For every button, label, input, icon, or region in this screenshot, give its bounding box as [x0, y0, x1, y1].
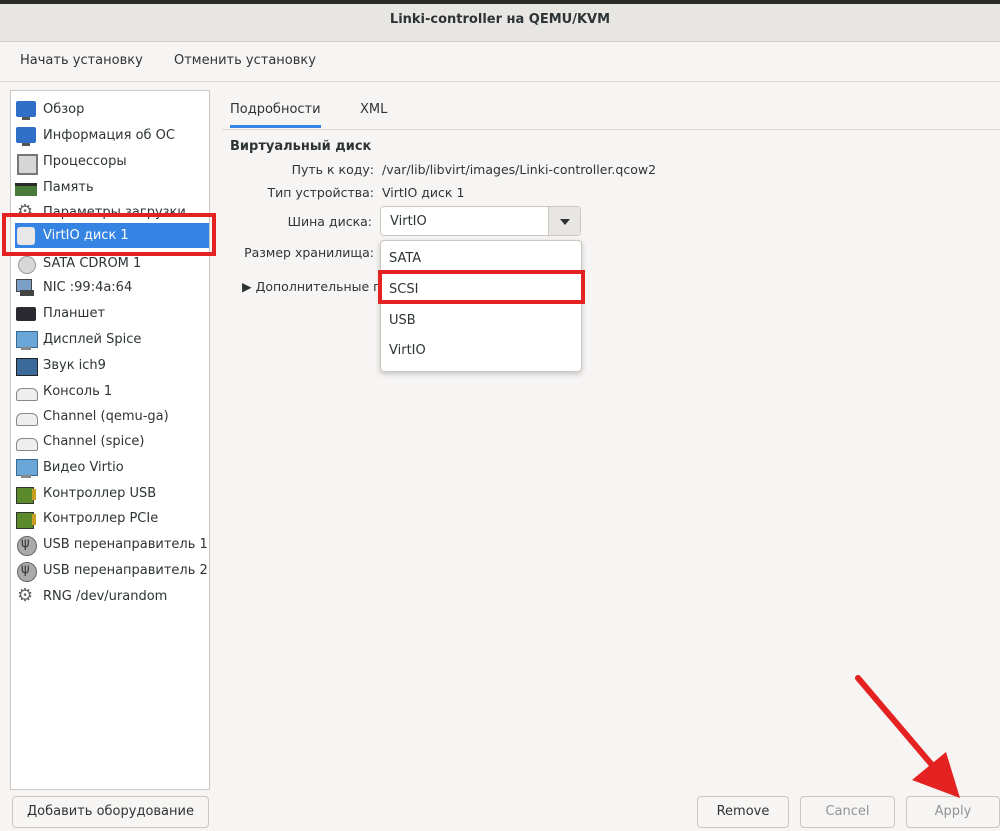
sidebar-item-os-info[interactable]: Информация об ОС [15, 123, 209, 148]
sidebar-item-usb-redirector-1[interactable]: USB перенаправитель 1 [15, 532, 209, 557]
sidebar-item-cpus[interactable]: Процессоры [15, 149, 209, 175]
expander-arrow-icon: ▶ [242, 279, 256, 294]
sidebar-item-display-spice[interactable]: Дисплей Spice [15, 327, 209, 352]
cpu-icon [15, 152, 38, 175]
gears-icon [15, 585, 37, 607]
top-edge [0, 0, 1000, 4]
begin-install-button[interactable]: Начать установку [20, 53, 143, 68]
device-type-label: Тип устройства: [267, 185, 374, 200]
bus-option-sata[interactable]: SATA [389, 251, 421, 266]
sidebar-item-sound[interactable]: Звук ich9 [15, 353, 209, 378]
sidebar-item-memory[interactable]: Память [15, 175, 209, 200]
sidebar-item-usb-redirector-2[interactable]: USB перенаправитель 2 [15, 558, 209, 583]
sidebar-item-nic[interactable]: NIC :99:4a:64 [15, 275, 209, 300]
tab-details[interactable]: Подробности [230, 102, 321, 128]
cancel-install-button[interactable]: Отменить установку [174, 53, 316, 68]
tablet-icon [15, 304, 37, 324]
controller-icon [15, 509, 37, 529]
pointer-arrow-icon [855, 675, 960, 798]
usb-icon [15, 561, 37, 582]
highlight-selected-disk [2, 213, 216, 256]
window-title: Linki-controller на QEMU/KVM [389, 12, 611, 27]
bus-option-virtio[interactable]: VirtIO [389, 343, 426, 358]
detail-tabs: Подробности XML [222, 90, 1000, 130]
sidebar-item-channel-qemu-ga[interactable]: Channel (qemu-ga) [15, 404, 209, 429]
disk-bus-label: Шина диска: [287, 214, 372, 229]
memory-icon [15, 178, 37, 198]
sidebar-item-video-virtio[interactable]: Видео Virtio [15, 455, 209, 480]
video-icon [15, 458, 38, 478]
monitor-icon [15, 100, 37, 120]
source-path-label: Путь к коду: [291, 162, 374, 177]
sidebar-item-console-1[interactable]: Консоль 1 [15, 379, 209, 404]
source-path-value: /var/lib/libvirt/images/Linki-controller… [382, 162, 657, 177]
serial-icon [15, 407, 38, 427]
disk-bus-dropdown: SATA SCSI USB VirtIO [380, 240, 582, 372]
usb-icon [15, 535, 37, 556]
serial-icon [15, 382, 38, 402]
cdrom-icon [15, 254, 37, 274]
cancel-button[interactable]: Cancel [800, 796, 895, 828]
monitor-icon [15, 126, 37, 146]
tab-xml[interactable]: XML [360, 102, 387, 117]
controller-icon [15, 484, 37, 504]
add-hardware-button[interactable]: Добавить оборудование [12, 796, 209, 828]
menubar: Начать установку Отменить установку [0, 42, 1000, 82]
serial-icon [15, 432, 38, 452]
remove-button[interactable]: Remove [697, 796, 789, 828]
advanced-expander[interactable]: ▶ Дополнительные п [242, 279, 381, 294]
sidebar-item-usb-controller[interactable]: Контроллер USB [15, 481, 209, 506]
highlight-scsi-option [378, 270, 585, 304]
sidebar-item-rng[interactable]: RNG /dev/urandom [15, 584, 209, 609]
sidebar-item-channel-spice[interactable]: Channel (spice) [15, 429, 209, 454]
sound-icon [15, 356, 38, 376]
sidebar-item-pcie-controller[interactable]: Контроллер PCIe [15, 506, 209, 531]
chevron-down-icon[interactable] [548, 207, 580, 235]
bus-option-usb[interactable]: USB [389, 313, 416, 328]
display-icon [15, 330, 38, 350]
disk-bus-combo[interactable]: VirtIO [380, 206, 581, 236]
device-type-value: VirtIO диск 1 [382, 185, 465, 200]
storage-size-label: Размер хранилища: [244, 245, 374, 260]
hardware-list: Обзор Информация об ОС Процессоры Память… [10, 90, 210, 790]
sidebar-item-overview[interactable]: Обзор [15, 97, 209, 122]
sidebar-item-tablet[interactable]: Планшет [15, 301, 209, 326]
window-titlebar: Linki-controller на QEMU/KVM [0, 0, 1000, 42]
nic-icon [15, 278, 37, 298]
disk-bus-value: VirtIO [390, 214, 427, 229]
apply-button[interactable]: Apply [906, 796, 1000, 828]
section-title: Виртуальный диск [230, 139, 372, 154]
